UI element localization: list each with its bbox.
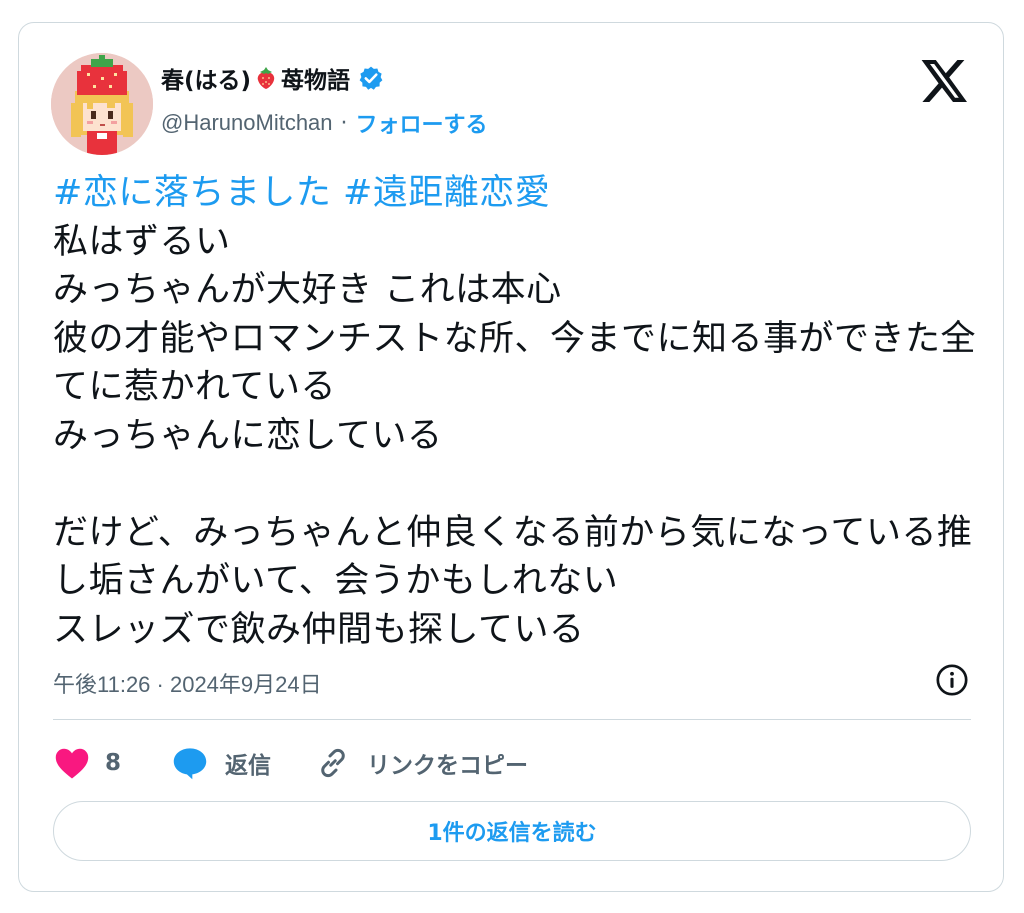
hashtag-link[interactable]: #恋に落ちました xyxy=(53,173,331,213)
divider xyxy=(53,719,971,720)
copy-link-button[interactable]: リンクをコピー xyxy=(315,745,528,781)
reply-button[interactable]: 返信 xyxy=(171,746,315,780)
link-icon xyxy=(321,748,345,778)
tweet-timestamp[interactable]: 午後11:26 · 2024年9月24日 xyxy=(53,667,322,699)
handle-row: @HarunoMitchan · フォローする xyxy=(161,107,488,139)
hashtag-link[interactable]: #遠距離恋愛 xyxy=(343,173,550,213)
read-replies-button[interactable]: 1件の返信を読む xyxy=(53,801,971,861)
x-logo-icon[interactable] xyxy=(921,59,969,103)
follow-button[interactable]: フォローする xyxy=(356,107,488,139)
avatar[interactable] xyxy=(51,53,153,155)
like-button[interactable]: 8 xyxy=(53,746,171,780)
copy-link-label: リンクをコピー xyxy=(367,753,529,779)
name-suffix: 苺物語 xyxy=(281,68,351,94)
separator-dot: · xyxy=(340,110,348,136)
avatar-image xyxy=(51,53,153,155)
heart-icon xyxy=(55,748,89,779)
info-icon[interactable] xyxy=(935,663,969,697)
display-name: 春(はる) xyxy=(161,68,252,94)
speech-bubble-icon xyxy=(173,748,207,780)
author-handle[interactable]: @HarunoMitchan xyxy=(161,110,333,136)
reply-label: 返信 xyxy=(225,753,272,779)
strawberry-icon xyxy=(257,67,275,89)
tweet-text: #恋に落ちました #遠距離恋愛 私はずるい みっちゃんが大好き これは本心 彼の… xyxy=(53,169,983,654)
tweet-body: 私はずるい みっちゃんが大好き これは本心 彼の才能やロマンチストな所、今までに… xyxy=(53,221,977,650)
author-name[interactable]: 春(はる) 苺物語 xyxy=(161,61,384,95)
tweet-card: 春(はる) 苺物語 @HarunoMitchan · フォローする #恋に落ちま… xyxy=(18,22,1004,892)
like-count: 8 xyxy=(105,750,122,776)
verified-badge-icon[interactable] xyxy=(358,65,384,91)
read-replies-label: 1件の返信を読む xyxy=(427,821,597,846)
action-bar: 8 返信 リンクをコピー xyxy=(53,741,528,785)
